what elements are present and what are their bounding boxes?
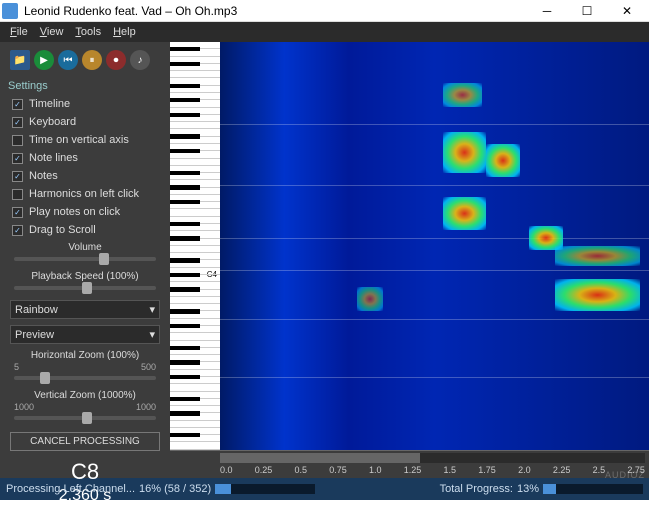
spectrogram-view[interactable] (220, 42, 649, 450)
check-keyboard[interactable]: ✓Keyboard (8, 114, 162, 130)
playback-speed-label: Playback Speed (100%) (12, 271, 158, 282)
settings-panel: 📁 ▶ ⏮ ⏸ ⏺ ♪ Settings ✓Timeline ✓Keyboard… (0, 42, 170, 478)
status-total-progress (543, 484, 643, 494)
menu-view[interactable]: View (34, 24, 70, 40)
status-left-pct: 16% (58 / 352) (139, 483, 211, 495)
check-note-lines[interactable]: ✓Note lines (8, 150, 162, 166)
vzoom-slider[interactable] (14, 416, 156, 420)
status-left-progress (215, 484, 315, 494)
main-area: C4 0.00.250.50.751.01.251.51.7 (170, 42, 649, 478)
toolbar: 📁 ▶ ⏮ ⏸ ⏺ ♪ (8, 46, 162, 74)
chevron-down-icon: ▾ (149, 303, 155, 316)
volume-label: Volume (12, 242, 158, 253)
window-title: Leonid Rudenko feat. Vad – Oh Oh.mp3 (24, 4, 527, 18)
record-button[interactable]: ⏺ (106, 50, 126, 70)
chevron-down-icon: ▾ (149, 328, 155, 341)
menu-help[interactable]: Help (107, 24, 142, 40)
open-file-button[interactable]: 📁 (10, 50, 30, 70)
menubar: File View Tools Help (0, 22, 649, 42)
time-ruler[interactable]: 0.00.250.50.751.01.251.51.752.02.252.52.… (170, 450, 649, 478)
preview-dropdown[interactable]: Preview▾ (10, 325, 160, 344)
process-button[interactable]: ⏸ (82, 50, 102, 70)
info-button[interactable]: ♪ (130, 50, 150, 70)
app-icon (2, 3, 18, 19)
horizontal-scrollbar[interactable] (220, 453, 645, 463)
hzoom-label: Horizontal Zoom (100%) (12, 350, 158, 361)
status-total-label: Total Progress: (440, 483, 513, 495)
hzoom-slider[interactable] (14, 376, 156, 380)
playback-speed-slider[interactable] (14, 286, 156, 290)
cancel-processing-button[interactable]: CANCEL PROCESSING (10, 432, 160, 451)
stop-button[interactable]: ⏮ (58, 50, 78, 70)
window-titlebar: Leonid Rudenko feat. Vad – Oh Oh.mp3 ─ ☐… (0, 0, 649, 22)
check-play-on-click[interactable]: ✓Play notes on click (8, 204, 162, 220)
check-harmonics[interactable]: Harmonics on left click (8, 186, 162, 202)
piano-keyboard[interactable]: C4 (170, 42, 220, 450)
status-left-label: Processing Left Channel... (6, 483, 135, 495)
minimize-button[interactable]: ─ (527, 0, 567, 22)
check-drag-scroll[interactable]: ✓Drag to Scroll (8, 222, 162, 238)
vzoom-label: Vertical Zoom (1000%) (12, 390, 158, 401)
colormap-dropdown[interactable]: Rainbow▾ (10, 300, 160, 319)
volume-slider[interactable] (14, 257, 156, 261)
status-total-pct: 13% (517, 483, 539, 495)
check-notes[interactable]: ✓Notes (8, 168, 162, 184)
check-timeline[interactable]: ✓Timeline (8, 96, 162, 112)
play-button[interactable]: ▶ (34, 50, 54, 70)
menu-tools[interactable]: Tools (69, 24, 107, 40)
readout-note: C8 (8, 459, 162, 485)
maximize-button[interactable]: ☐ (567, 0, 607, 22)
menu-file[interactable]: File (4, 24, 34, 40)
watermark: AUDIOZ (605, 470, 645, 480)
settings-label: Settings (8, 80, 162, 92)
readout: C8 2.360 s (8, 457, 162, 505)
check-time-vertical[interactable]: Time on vertical axis (8, 132, 162, 148)
close-button[interactable]: ✕ (607, 0, 647, 22)
